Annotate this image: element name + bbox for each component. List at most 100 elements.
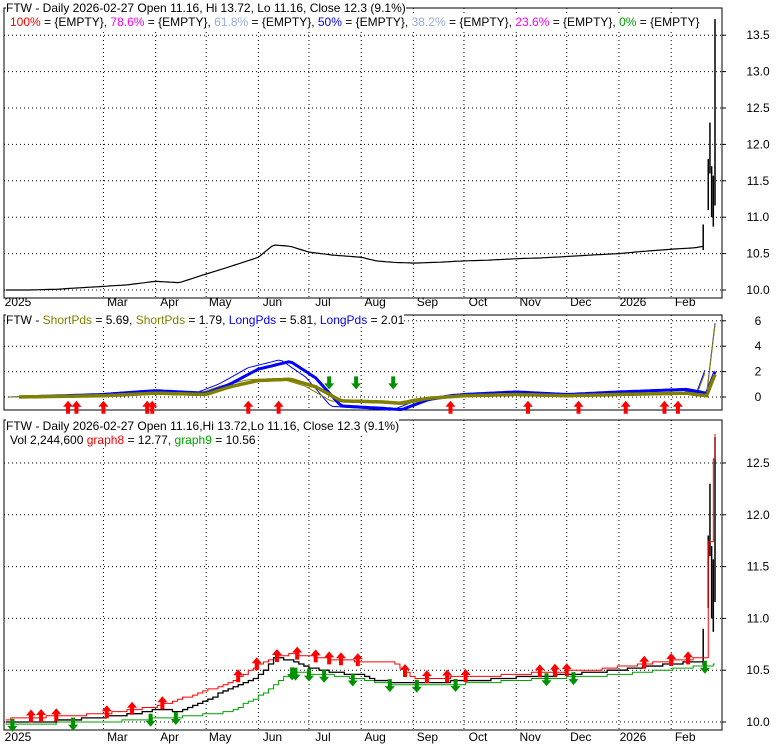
osc-label: LongPds: [319, 313, 368, 327]
fib-value: = {EMPTY},: [445, 15, 516, 29]
panel3-title: FTW - Daily 2026-02-27 Open 11.16,Hi 13.…: [6, 419, 400, 433]
fib-label: 78.6%: [110, 15, 145, 29]
price1-tick-label: 10.5: [746, 247, 770, 261]
month-label: Sep: [417, 730, 439, 744]
osc-tick-label: 4: [755, 339, 762, 353]
oscillator-legend: FTW - ShortPds = 5.69, ShortPds = 1.79, …: [6, 313, 405, 327]
fib-label: 0%: [619, 15, 637, 29]
month-label: May: [209, 295, 232, 309]
buy-arrow: [347, 673, 358, 687]
price-line: [5, 244, 704, 291]
month-label: Oct: [469, 730, 488, 744]
sell-arrow: [639, 655, 650, 669]
osc-label: LongPds: [228, 313, 277, 327]
price3-tick-label: 10.5: [746, 663, 770, 677]
graph9-line: [5, 663, 715, 725]
price3-tick-label: 12.5: [746, 456, 770, 470]
fib-label: 50%: [317, 15, 342, 29]
sell-arrow: [157, 696, 168, 710]
sell-arrow: [71, 400, 82, 414]
month-label: Feb: [675, 295, 696, 309]
buy-arrow: [170, 712, 181, 726]
fib-value: = {EMPTY},: [40, 15, 111, 29]
month-label: Mar: [107, 295, 128, 309]
month-label: Apr: [160, 295, 179, 309]
osc-value: = 5.69,: [92, 313, 136, 327]
osc-value: = 2.01: [367, 313, 405, 327]
price3-tick-label: 11.5: [747, 560, 770, 574]
sell-arrow: [36, 709, 47, 723]
fib-label: 23.6%: [515, 15, 550, 29]
osc-tick-label: 6: [755, 314, 762, 328]
fib-label: 100%: [10, 15, 41, 29]
osc-value: = 1.79,: [185, 313, 229, 327]
sell-arrow: [127, 701, 138, 715]
graph8-label: graph8: [86, 433, 125, 447]
osc-label: ShortPds: [135, 313, 186, 327]
sell-arrow: [98, 400, 109, 414]
price1-tick-label: 11.0: [747, 210, 770, 224]
buy-arrow: [319, 669, 330, 683]
volume-text: Vol 2,244,600: [10, 433, 84, 447]
buy-arrow: [411, 679, 422, 693]
month-label: Jun: [263, 730, 282, 744]
sell-arrow: [292, 646, 303, 660]
fib-value: = {EMPTY},: [248, 15, 318, 29]
buy-arrow: [699, 660, 710, 674]
fib-value: = {EMPTY},: [341, 15, 412, 29]
month-label: Aug: [365, 730, 386, 744]
month-label: Nov: [520, 730, 541, 744]
osc-prefix: FTW -: [6, 313, 43, 327]
fib-value: = {EMPTY}: [636, 15, 700, 29]
fib-value: = {EMPTY},: [144, 15, 215, 29]
sell-arrow: [273, 400, 284, 414]
sell-arrow: [534, 664, 545, 678]
month-label: Jul: [315, 295, 330, 309]
panel3-frame: [3, 419, 723, 731]
month-label: Feb: [675, 730, 696, 744]
month-label: 2026: [620, 295, 647, 309]
month-label: Aug: [365, 295, 386, 309]
month-label: Oct: [469, 295, 488, 309]
stock-chart: 10.0 10.5 11.0 11.5 12.0 12.5 13.0 13.5 0 2 4 6 10.0…: [0, 0, 780, 745]
sell-arrow: [335, 652, 346, 666]
sell-arrow: [243, 400, 254, 414]
price3-tick-label: 12.0: [746, 508, 770, 522]
panel1-frame: [3, 7, 723, 299]
sell-arrow: [659, 400, 670, 414]
buy-arrow: [541, 673, 552, 687]
price1-tick-label: 13.5: [746, 28, 770, 42]
price1-tick-label: 10.0: [746, 283, 770, 297]
price1-tick-label: 12.0: [746, 137, 770, 151]
graph8-value: = 12.77: [124, 433, 168, 447]
osc-tick-label: 2: [755, 365, 762, 379]
osc-label: ShortPds: [42, 313, 93, 327]
graph9-label: graph9: [174, 433, 212, 447]
price1-tick-label: 13.0: [746, 65, 770, 79]
month-label: 2025: [5, 730, 32, 744]
month-label: 2025: [5, 295, 32, 309]
month-label: Dec: [570, 730, 591, 744]
osc-tick-label: 0: [755, 390, 762, 404]
month-label: 2026: [620, 730, 647, 744]
month-label: Apr: [160, 730, 179, 744]
sell-arrow: [51, 708, 62, 722]
price3-tick-label: 11.0: [747, 611, 770, 625]
sell-arrow: [25, 709, 36, 723]
price3-tick-label: 10.0: [746, 715, 770, 729]
month-label: May: [209, 730, 232, 744]
short-period-line: [19, 373, 717, 405]
buy-arrow: [388, 376, 399, 390]
month-label: Dec: [570, 295, 591, 309]
graph9-value: = 10.56: [211, 433, 256, 447]
sell-arrow: [672, 400, 683, 414]
sell-arrow: [573, 400, 584, 414]
sell-arrow: [421, 670, 432, 684]
chart-canvas: 10.0 10.5 11.0 11.5 12.0 12.5 13.0 13.5 0 2 4 6 10.0…: [3, 7, 770, 744]
fib-value: = {EMPTY},: [549, 15, 620, 29]
sell-arrow: [620, 400, 631, 414]
sell-arrow: [63, 400, 74, 414]
panel1-title: FTW - Daily 2026-02-27 Open 11.16, Hi 13…: [6, 1, 406, 15]
graph8-line: [5, 433, 716, 721]
fib-label: 38.2%: [411, 15, 446, 29]
